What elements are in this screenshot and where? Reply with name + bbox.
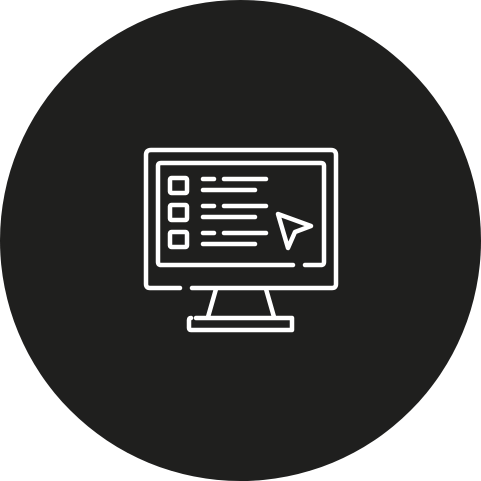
- monitor-stand: [205, 286, 277, 320]
- computer-monitor-icon: [143, 147, 339, 333]
- icon-badge: [0, 0, 481, 481]
- checkbox-1: [167, 175, 190, 196]
- checkbox-3: [167, 229, 190, 250]
- list-lines: [200, 176, 269, 247]
- cursor-arrow-icon: [275, 211, 314, 251]
- checkbox-2: [167, 202, 190, 223]
- monitor-base: [186, 315, 295, 333]
